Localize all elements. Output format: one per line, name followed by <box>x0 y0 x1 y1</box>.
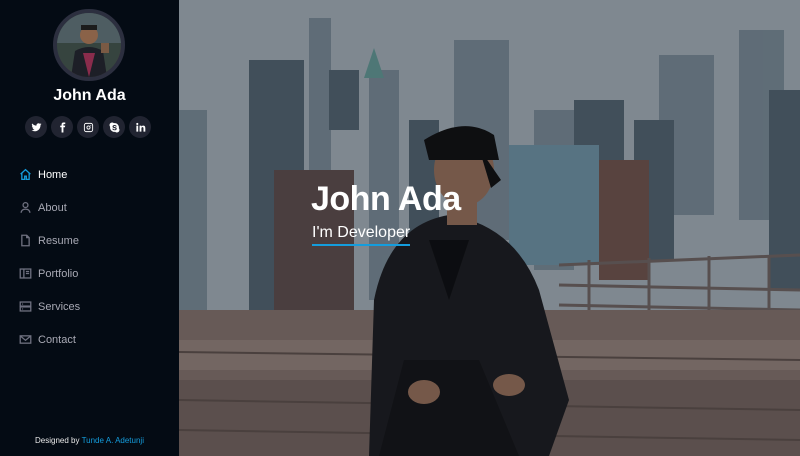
instagram-link[interactable] <box>77 116 99 138</box>
nav-item-contact[interactable]: Contact <box>19 323 80 356</box>
instagram-icon <box>83 122 93 132</box>
twitter-icon <box>30 122 42 131</box>
nav-menu: Home About Resume Portfolio Services Con… <box>19 158 80 356</box>
nav-item-label: Contact <box>38 333 76 346</box>
file-icon <box>21 234 30 247</box>
sidebar: John Ada Home About Resume Portfolio Ser… <box>0 0 179 456</box>
nav-item-label: Home <box>38 168 68 181</box>
nav-item-label: Services <box>38 300 81 313</box>
server-icon <box>19 301 32 312</box>
avatar <box>53 9 125 81</box>
nav-item-portfolio[interactable]: Portfolio <box>19 257 80 290</box>
nav-item-resume[interactable]: Resume <box>19 224 80 257</box>
facebook-icon <box>59 121 65 133</box>
credit-prefix: Designed by <box>35 436 82 445</box>
credit-author-link[interactable]: Tunde A. Adetunji <box>82 436 144 445</box>
nav-item-label: Resume <box>38 234 79 247</box>
envelope-icon <box>19 335 32 344</box>
hero-subtitle: I'm Developer <box>312 224 411 246</box>
nav-item-home[interactable]: Home <box>19 158 80 191</box>
profile-name: John Ada <box>53 87 126 104</box>
hero-title: John Ada <box>311 180 461 218</box>
footer-credit: Designed by Tunde A. Adetunji <box>0 436 179 445</box>
social-links <box>25 116 151 138</box>
skype-icon <box>109 122 119 132</box>
hero-background-image <box>179 0 800 456</box>
linkedin-link[interactable] <box>129 116 151 138</box>
nav-item-label: Portfolio <box>38 267 79 280</box>
twitter-link[interactable] <box>25 116 47 138</box>
nav-item-services[interactable]: Services <box>19 290 80 323</box>
facebook-link[interactable] <box>51 116 73 138</box>
linkedin-icon <box>135 122 145 132</box>
nav-item-about[interactable]: About <box>19 191 80 224</box>
home-icon <box>20 168 31 181</box>
nav-item-label: About <box>38 201 67 214</box>
user-icon <box>20 201 31 213</box>
skype-link[interactable] <box>103 116 125 138</box>
book-icon <box>19 268 32 279</box>
hero-section: John Ada I'm Developer <box>179 0 800 456</box>
